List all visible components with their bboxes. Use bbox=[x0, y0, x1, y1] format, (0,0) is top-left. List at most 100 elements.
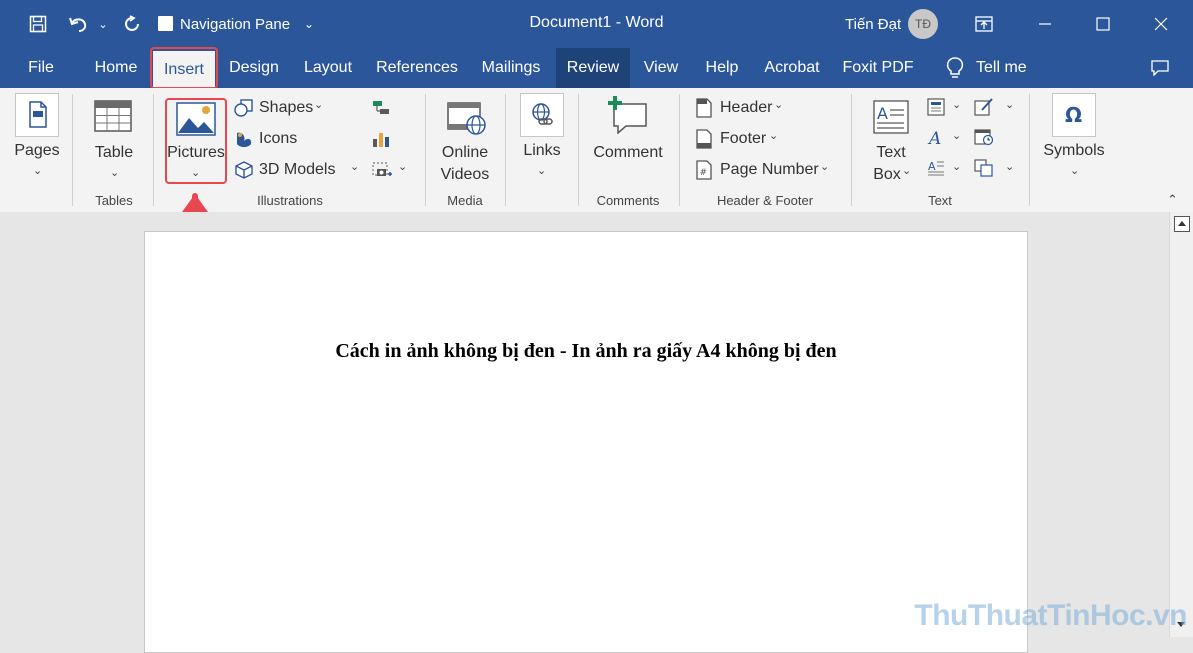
signature-line-icon[interactable] bbox=[974, 98, 994, 121]
tab-file[interactable]: File bbox=[20, 48, 62, 88]
vertical-scrollbar[interactable] bbox=[1169, 212, 1193, 637]
page-number-icon[interactable]: # bbox=[695, 160, 713, 185]
drop-cap-icon[interactable]: A bbox=[927, 159, 945, 182]
quick-parts-chevron-icon: ⌄ bbox=[952, 99, 962, 111]
smartart-icon[interactable] bbox=[371, 98, 391, 123]
table-icon[interactable] bbox=[94, 100, 132, 137]
3d-models-chevron-icon: ⌄ bbox=[350, 161, 360, 173]
scroll-up-icon[interactable] bbox=[1174, 216, 1190, 232]
svg-text:#: # bbox=[700, 168, 708, 178]
pages-button[interactable]: Pages bbox=[10, 140, 64, 162]
tab-foxit-pdf[interactable]: Foxit PDF bbox=[838, 48, 918, 88]
object-icon[interactable] bbox=[974, 159, 994, 182]
links-chevron-icon: ⌄ bbox=[537, 165, 547, 177]
icons-button[interactable]: Icons bbox=[259, 129, 297, 149]
pictures-highlight bbox=[165, 98, 227, 184]
shapes-chevron-icon: ⌄ bbox=[314, 99, 324, 111]
media-group-label: Media bbox=[447, 193, 483, 208]
separator bbox=[153, 94, 154, 206]
svg-text:A: A bbox=[928, 160, 936, 173]
tab-design[interactable]: Design bbox=[222, 48, 286, 88]
header-icon[interactable] bbox=[695, 98, 713, 123]
comments-pane-icon[interactable] bbox=[1148, 56, 1172, 80]
svg-text:A: A bbox=[877, 104, 888, 123]
shapes-button[interactable]: Shapes bbox=[259, 98, 313, 118]
icons-icon[interactable] bbox=[234, 129, 254, 154]
close-icon[interactable] bbox=[1146, 12, 1176, 36]
3d-models-icon[interactable] bbox=[234, 160, 254, 185]
svg-text:Ω: Ω bbox=[1065, 103, 1082, 127]
illustrations-group-label: Illustrations bbox=[257, 193, 323, 208]
header-footer-group-label: Header & Footer bbox=[716, 193, 814, 208]
wordart-icon[interactable]: A bbox=[927, 128, 945, 151]
object-chevron-icon: ⌄ bbox=[1005, 161, 1015, 173]
tab-help[interactable]: Help bbox=[698, 48, 746, 88]
page-number-chevron-icon: ⌄ bbox=[820, 161, 830, 173]
page-number-button[interactable]: Page Number bbox=[720, 160, 819, 180]
footer-icon[interactable] bbox=[695, 129, 713, 154]
title-bar: ⌄ Navigation Pane ⌄ Document1 - Word Tiế… bbox=[0, 0, 1193, 48]
footer-button[interactable]: Footer bbox=[720, 129, 766, 149]
separator bbox=[425, 94, 426, 206]
pages-chevron-icon: ⌄ bbox=[33, 165, 43, 177]
links-icon[interactable] bbox=[520, 93, 564, 137]
watermark: ThuThuatTinHoc.vn bbox=[914, 599, 1187, 632]
online-videos-icon[interactable] bbox=[447, 100, 487, 141]
drop-cap-chevron-icon: ⌄ bbox=[952, 161, 962, 173]
tell-me-search[interactable]: Tell me bbox=[976, 48, 1040, 88]
text-box-button[interactable]: Text bbox=[866, 142, 916, 164]
quick-parts-icon[interactable] bbox=[927, 98, 945, 121]
document-title[interactable]: Cách in ảnh không bị đen - In ảnh ra giấ… bbox=[145, 340, 1027, 363]
screenshot-chevron-icon: ⌄ bbox=[398, 161, 408, 173]
tab-mailings[interactable]: Mailings bbox=[474, 48, 548, 88]
collapse-ribbon-icon[interactable]: ⌃ bbox=[1167, 192, 1178, 208]
online-videos-button[interactable]: Online bbox=[435, 142, 495, 164]
separator bbox=[72, 94, 73, 206]
wordart-chevron-icon: ⌄ bbox=[952, 130, 962, 142]
document-page[interactable]: Cách in ảnh không bị đen - In ảnh ra giấ… bbox=[144, 231, 1028, 653]
tables-group-label: Tables bbox=[95, 193, 133, 208]
user-name[interactable]: Tiến Đạt bbox=[845, 14, 901, 34]
screenshot-icon[interactable] bbox=[371, 160, 393, 185]
tab-review[interactable]: Review bbox=[556, 48, 630, 88]
footer-chevron-icon: ⌄ bbox=[769, 130, 779, 142]
symbols-icon[interactable]: Ω bbox=[1052, 93, 1096, 137]
tab-references[interactable]: References bbox=[370, 48, 464, 88]
pages-icon[interactable] bbox=[15, 93, 59, 137]
table-button[interactable]: Table bbox=[87, 142, 141, 164]
separator bbox=[1029, 94, 1030, 206]
insert-tab-highlight bbox=[150, 47, 218, 89]
separator bbox=[679, 94, 680, 206]
shapes-icon[interactable] bbox=[234, 98, 254, 123]
tab-home[interactable]: Home bbox=[86, 48, 146, 88]
3d-models-button[interactable]: 3D Models bbox=[259, 160, 335, 180]
tab-acrobat[interactable]: Acrobat bbox=[758, 48, 826, 88]
date-time-icon[interactable] bbox=[974, 128, 994, 151]
comment-button[interactable]: Comment bbox=[590, 142, 666, 164]
tab-layout[interactable]: Layout bbox=[296, 48, 360, 88]
minimize-icon[interactable] bbox=[1030, 12, 1060, 36]
text-box-icon[interactable]: A bbox=[873, 100, 909, 139]
maximize-icon[interactable] bbox=[1088, 12, 1118, 36]
lightbulb-icon bbox=[943, 56, 967, 80]
separator bbox=[851, 94, 852, 206]
header-chevron-icon: ⌄ bbox=[774, 99, 784, 111]
svg-text:A: A bbox=[927, 129, 941, 146]
text-box-chevron-icon: ⌄ bbox=[902, 165, 912, 177]
chart-icon[interactable] bbox=[371, 129, 391, 154]
avatar[interactable]: TĐ bbox=[908, 9, 938, 39]
symbols-button[interactable]: Symbols bbox=[1040, 140, 1108, 162]
ribbon-display-options-icon[interactable] bbox=[972, 12, 996, 36]
tab-view[interactable]: View bbox=[638, 48, 684, 88]
signature-line-chevron-icon: ⌄ bbox=[1005, 99, 1015, 111]
links-button[interactable]: Links bbox=[514, 140, 570, 162]
new-comment-icon[interactable] bbox=[606, 96, 648, 139]
separator bbox=[505, 94, 506, 206]
text-group-label: Text bbox=[928, 193, 952, 208]
header-button[interactable]: Header bbox=[720, 98, 772, 118]
symbols-chevron-icon: ⌄ bbox=[1070, 165, 1080, 177]
window-title: Document1 - Word bbox=[529, 14, 664, 31]
separator bbox=[578, 94, 579, 206]
online-videos-label-2[interactable]: Videos bbox=[435, 164, 495, 186]
table-chevron-icon: ⌄ bbox=[110, 167, 120, 179]
